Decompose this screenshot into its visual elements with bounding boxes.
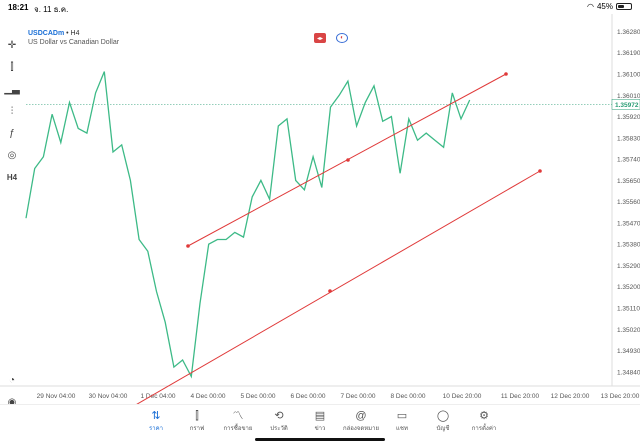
function-icon[interactable]: ƒ (0, 122, 24, 144)
battery-icon (616, 3, 632, 10)
x-tick-label: 10 Dec 20:00 (443, 393, 482, 400)
wifi-icon: ◠ (587, 2, 594, 11)
trendline-handle[interactable] (504, 72, 508, 76)
trade-icon: 〽 (232, 410, 244, 422)
tab-label: กราฟ (189, 426, 205, 432)
tab-label: ข่าว (314, 426, 326, 432)
x-tick-label: 29 Nov 04:00 (37, 393, 76, 400)
one-click-trading-icon[interactable]: ◂▸ (314, 33, 326, 43)
shapes-icon[interactable]: ◎ (0, 144, 24, 166)
y-tick-label: 1.35560 (617, 199, 640, 206)
y-tick-label: 1.35740 (617, 157, 640, 164)
tab-label: การตั้งค่า (471, 426, 497, 432)
x-tick-label: 8 Dec 00:00 (390, 393, 425, 400)
signal-icon[interactable]: ◐ (336, 33, 348, 43)
tab-label: ประวัติ (270, 426, 288, 432)
tab-label: ราคา (149, 426, 163, 432)
x-tick-label: 12 Dec 20:00 (551, 393, 590, 400)
candles-icon[interactable]: ⫿ (0, 56, 24, 78)
y-tick-label: 1.36100 (617, 72, 640, 79)
trendline-handle[interactable] (538, 169, 542, 173)
y-tick-label: 1.34840 (617, 369, 640, 376)
y-tick-label: 1.35020 (617, 327, 640, 334)
x-tick-label: 30 Nov 04:00 (89, 393, 128, 400)
trendline-handle[interactable] (328, 289, 332, 293)
tab-account[interactable]: ◯ บัญชี (423, 409, 463, 433)
tab-label: กล่องจดหมาย (342, 426, 380, 432)
status-right: ◠ 45% (587, 2, 632, 11)
chart-header: USDCADm • H4 US Dollar vs Canadian Dolla… (28, 30, 120, 46)
y-tick-label: 1.35920 (617, 114, 640, 121)
status-bar: 18:21 จ. 11 ธ.ค. ◠ 45% (0, 0, 640, 14)
symbol-name[interactable]: USDCADm (28, 30, 64, 37)
left-toolbar: ✛ ⫿ ▁▃ ⫶ ƒ ◎ H4 (0, 34, 24, 188)
y-tick-label: 1.36280 (617, 29, 640, 36)
tab-quotes[interactable]: ⇅ ราคา (136, 409, 176, 433)
symbol-description: US Dollar vs Canadian Dollar (28, 39, 120, 46)
y-tick-label: 1.35200 (617, 284, 640, 291)
tab-trade[interactable]: 〽 การซื้อขาย (218, 409, 258, 433)
chart-badges: ◂▸ ◐ (314, 33, 348, 43)
quotes-icon: ⇅ (151, 410, 161, 422)
status-time: 18:21 (8, 3, 29, 12)
chart-icon: ⫿ (195, 410, 199, 422)
battery-fill (618, 5, 625, 8)
history-icon: ⟲ (274, 410, 284, 422)
price-line (25, 71, 471, 379)
timeframe-label: H4 (70, 30, 80, 37)
tab-history[interactable]: ⟲ ประวัติ (259, 409, 299, 433)
news-icon: ▤ (314, 410, 326, 422)
account-icon: ◯ (436, 410, 450, 422)
current-price-label: 1.35972 (615, 102, 639, 109)
tab-label: การซื้อขาย (223, 426, 253, 432)
settings-icon: ⚙ (479, 410, 489, 422)
mailbox-icon: @ (355, 410, 367, 422)
chart-area[interactable]: 1.36280 1.36190 1.36100 1.36010 1.35920 1.358… (0, 14, 640, 408)
x-tick-label: 13 Dec 20:00 (601, 393, 640, 400)
lower-trendline[interactable] (120, 170, 541, 404)
y-tick-label: 1.36190 (617, 50, 640, 57)
zoom-icon[interactable]: ◔ (0, 369, 24, 391)
y-tick-label: 1.35110 (617, 306, 640, 313)
timeframe-h4[interactable]: H4 (0, 166, 24, 188)
x-tick-label: 11 Dec 20:00 (501, 393, 540, 400)
y-tick-label: 1.35290 (617, 263, 640, 270)
home-indicator[interactable] (255, 438, 385, 441)
y-tick-label: 1.35470 (617, 220, 640, 227)
x-tick-label: 4 Dec 00:00 (190, 393, 225, 400)
x-tick-label: 6 Dec 00:00 (290, 393, 325, 400)
y-tick-label: 1.35650 (617, 178, 640, 185)
tab-mailbox[interactable]: @ กล่องจดหมาย (341, 409, 381, 433)
x-tick-label: 5 Dec 00:00 (240, 393, 275, 400)
y-tick-label: 1.35380 (617, 242, 640, 249)
chat-icon: ▭ (396, 410, 408, 422)
objects-icon[interactable]: ⫶ (0, 100, 24, 122)
crosshair-icon[interactable]: ✛ (0, 34, 24, 56)
tab-settings[interactable]: ⚙ การตั้งค่า (464, 409, 504, 433)
battery-percent: 45% (596, 2, 613, 11)
y-tick-label: 1.35830 (617, 135, 640, 142)
tab-chart[interactable]: ⫿ กราฟ (177, 409, 217, 433)
y-tick-label: 1.34930 (617, 348, 640, 355)
tab-news[interactable]: ▤ ข่าว (300, 409, 340, 433)
trendline-handle[interactable] (346, 158, 350, 162)
indicators-icon[interactable]: ▁▃ (0, 78, 24, 100)
price-chart[interactable]: 1.36280 1.36190 1.36100 1.36010 1.35920 1.358… (0, 14, 640, 404)
y-tick-label: 1.36010 (617, 93, 640, 100)
tab-label: บัญชี (436, 426, 450, 432)
tab-label: แชท (396, 426, 408, 432)
x-tick-label: 7 Dec 00:00 (340, 393, 375, 400)
tab-chat[interactable]: ▭ แชท (382, 409, 422, 433)
trendline-handle[interactable] (186, 244, 190, 248)
